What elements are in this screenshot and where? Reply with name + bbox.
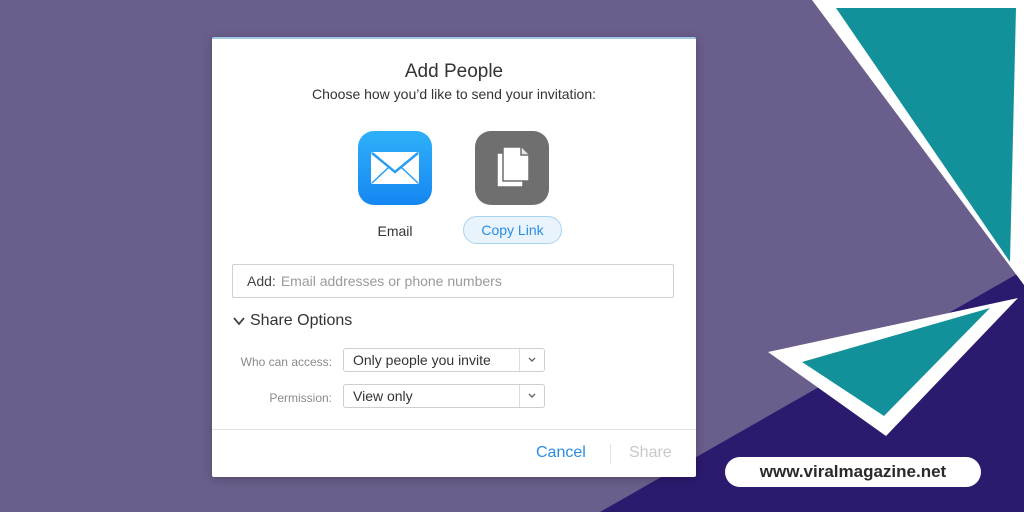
footer-divider: [212, 429, 696, 430]
share-options-label: Share Options: [250, 312, 353, 329]
add-recipients-field[interactable]: Add:: [232, 264, 674, 298]
chevron-down-icon: [233, 317, 245, 326]
permission-value: View only: [353, 388, 413, 404]
email-option-label[interactable]: Email: [358, 223, 432, 239]
dialog-title: Add People: [404, 61, 504, 82]
who-can-access-select[interactable]: Only people you invite: [343, 348, 545, 372]
who-can-access-value: Only people you invite: [353, 352, 491, 368]
share-button[interactable]: Share: [629, 444, 672, 462]
share-options-toggle[interactable]: Share Options: [232, 312, 352, 330]
copy-link-button[interactable]: Copy Link: [463, 216, 562, 244]
watermark-badge: www.viralmagazine.net: [725, 457, 981, 487]
dialog-subtitle: Choose how you’d like to send your invit…: [311, 86, 597, 102]
add-people-dialog: Add People Choose how you’d like to send…: [212, 37, 696, 477]
chevron-down-icon: [519, 349, 544, 371]
button-separator: [610, 444, 611, 464]
copy-documents-icon[interactable]: [475, 131, 549, 205]
permission-label: Permission:: [269, 391, 332, 405]
chevron-down-icon: [519, 385, 544, 407]
recipients-input[interactable]: [280, 273, 673, 289]
cancel-button[interactable]: Cancel: [536, 444, 586, 462]
who-can-access-label: Who can access:: [240, 355, 332, 369]
mail-envelope-icon[interactable]: [358, 131, 432, 205]
add-label: Add:: [247, 273, 276, 289]
permission-select[interactable]: View only: [343, 384, 545, 408]
